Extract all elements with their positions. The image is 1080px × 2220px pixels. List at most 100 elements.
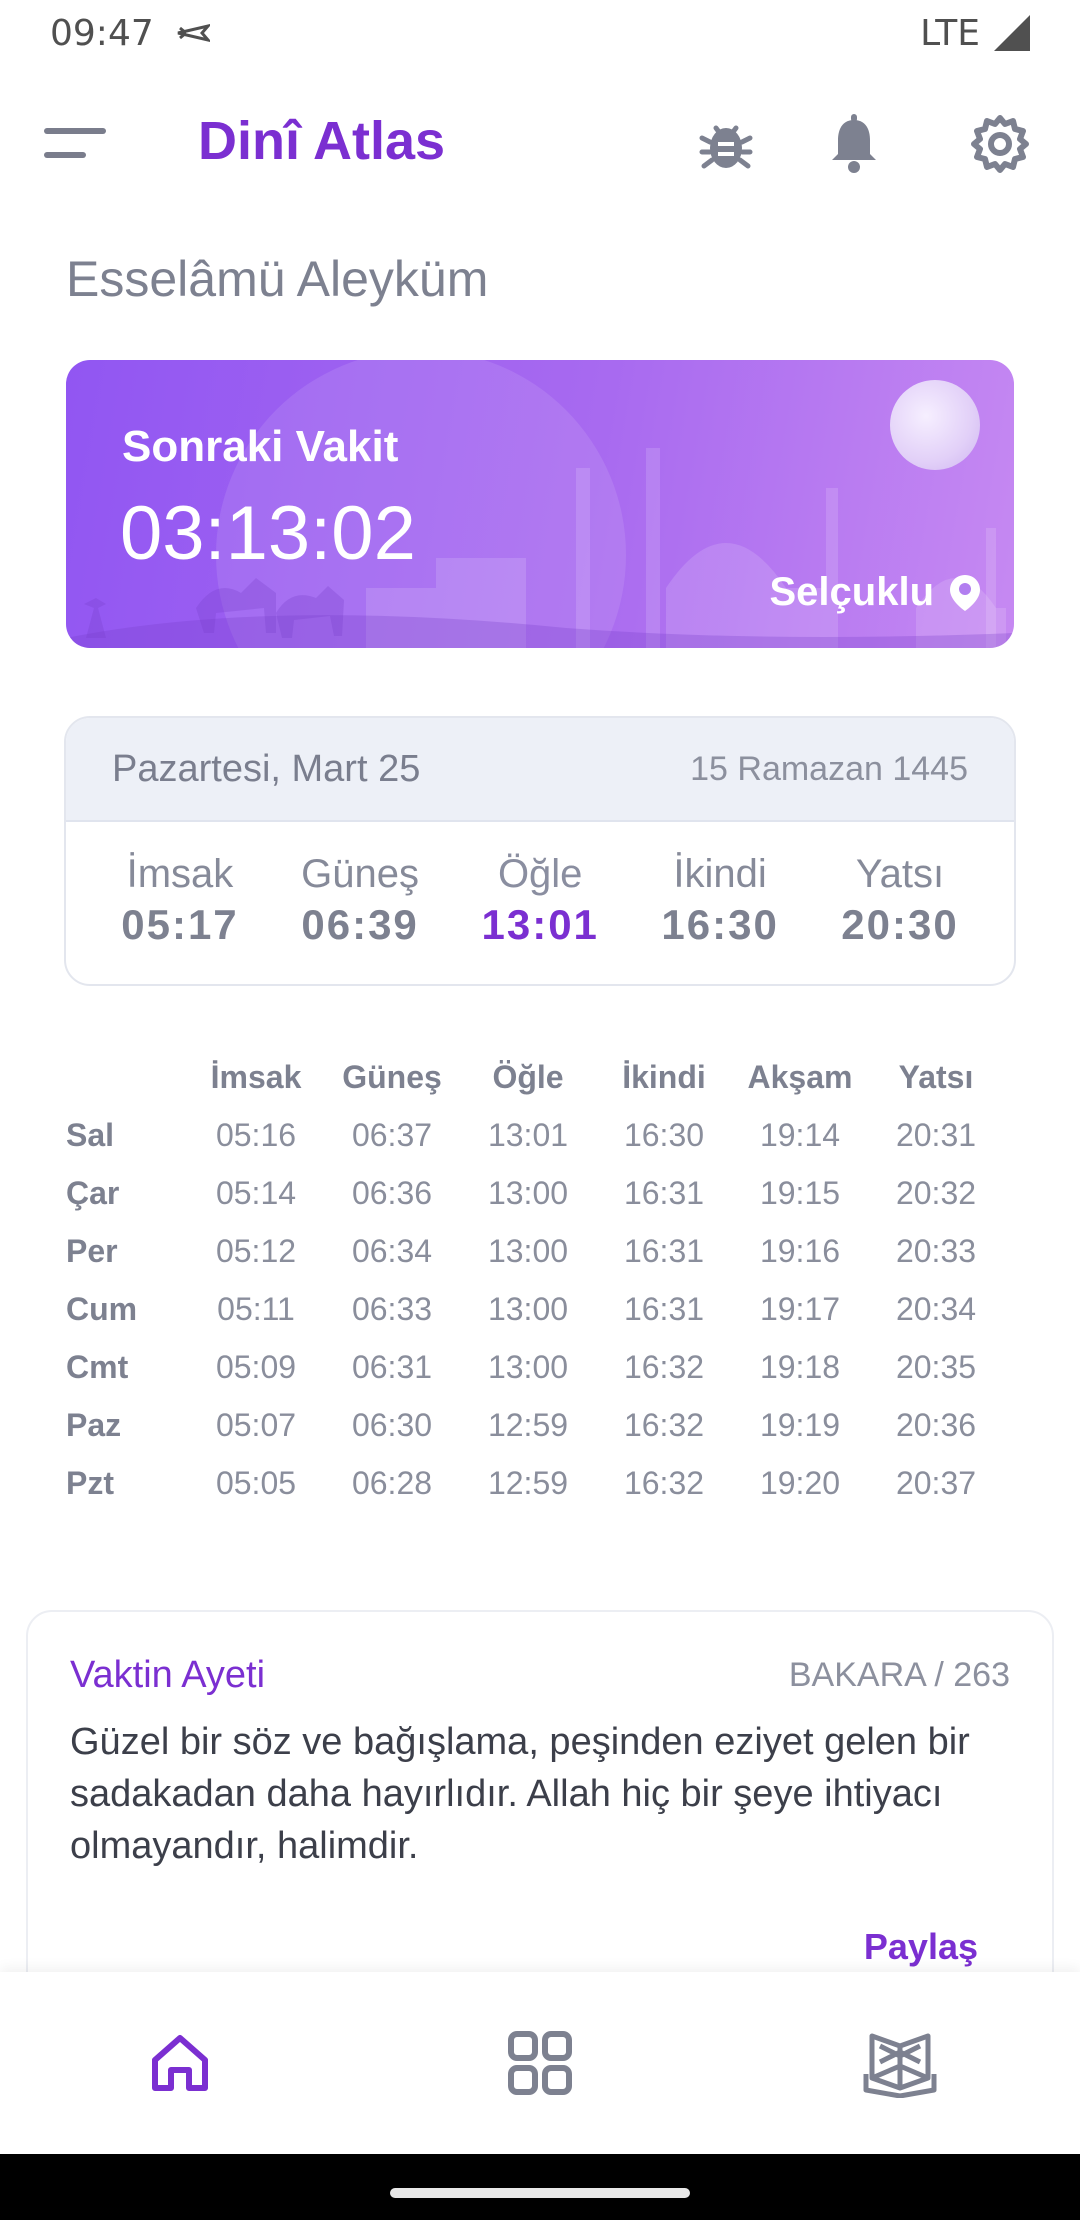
table-cell: 19:19	[759, 1406, 841, 1443]
table-cell: 06:30	[351, 1406, 433, 1443]
table-cell: 05:11	[217, 1290, 295, 1327]
today-prayer-times-card: Pazartesi, Mart 25 15 Ramazan 1445 İmsak…	[64, 716, 1016, 986]
table-cell: 20:32	[895, 1174, 977, 1211]
today-time-ikindi: İkindi 16:30	[661, 852, 778, 949]
table-cell: 19:14	[759, 1116, 841, 1153]
today-time-gunes: Güneş 06:39	[301, 852, 419, 949]
table-cell: 19:17	[759, 1290, 841, 1327]
table-cell: 12:59	[487, 1406, 569, 1443]
table-cell: 20:36	[895, 1406, 977, 1443]
today-header: Pazartesi, Mart 25 15 Ramazan 1445	[66, 718, 1014, 822]
table-cell: 05:07	[215, 1406, 297, 1443]
bug-icon[interactable]	[694, 112, 758, 176]
table-cell: 05:14	[215, 1174, 297, 1211]
table-cell: 13:00	[487, 1348, 569, 1385]
prayer-name: Öğle	[497, 852, 583, 896]
airplane-mode-icon	[177, 23, 210, 43]
prayer-time: 06:39	[301, 901, 419, 948]
verse-reference: BAKARA / 263	[788, 1656, 1010, 1694]
table-cell: 19:16	[759, 1232, 841, 1269]
table-cell: 06:34	[351, 1232, 433, 1269]
day-label: Paz	[66, 1406, 122, 1443]
today-time-imsak: İmsak 05:17	[121, 852, 238, 949]
table-row: Pzt 05:05 06:28 12:59 16:32 19:20 20:37	[66, 1454, 1006, 1512]
table-cell: 06:36	[351, 1174, 433, 1211]
column-header: İkindi	[622, 1058, 706, 1095]
bottom-navigation	[0, 1972, 1080, 2154]
nav-grid[interactable]	[490, 2013, 590, 2113]
next-prayer-label: Sonraki Vakit	[122, 422, 399, 471]
weekly-prayer-table: İmsak Güneş Öğle İkindi Akşam Yatsı Sal 0…	[66, 1048, 1006, 1512]
verse-title: Vaktin Ayeti	[70, 1654, 266, 1696]
day-label: Sal	[66, 1116, 115, 1153]
verse-card: Vaktin Ayeti BAKARA / 263 Güzel bir söz …	[26, 1610, 1054, 2010]
today-hijri-date: 15 Ramazan 1445	[690, 749, 968, 788]
table-cell: 16:31	[623, 1174, 705, 1211]
table-cell: 16:31	[623, 1232, 705, 1269]
column-header: Akşam	[747, 1058, 853, 1095]
table-cell: 06:33	[351, 1290, 433, 1327]
table-cell: 16:32	[623, 1348, 705, 1385]
table-body: Sal 05:16 06:37 13:01 16:30 19:14 20:31 Çar 05:1…	[66, 1106, 1006, 1512]
table-cell: 13:00	[487, 1232, 569, 1269]
table-cell: 19:18	[759, 1348, 841, 1385]
table-cell: 20:35	[895, 1348, 977, 1385]
table-header-row: İmsak Güneş Öğle İkindi Akşam Yatsı	[66, 1048, 1006, 1106]
day-label: Çar	[66, 1174, 120, 1211]
table-cell: 16:30	[623, 1116, 705, 1153]
share-button[interactable]: Paylaş	[864, 1926, 978, 1968]
column-header: Öğle	[492, 1058, 564, 1095]
location-button[interactable]: Selçuklu	[769, 570, 982, 615]
table-cell: 16:32	[623, 1406, 705, 1443]
table-cell: 13:01	[487, 1116, 569, 1153]
day-label: Per	[66, 1232, 118, 1269]
status-bar: 09:47 LTE	[0, 0, 1080, 66]
table-cell: 05:09	[215, 1348, 297, 1385]
column-header: Güneş	[342, 1058, 442, 1095]
system-navigation-bar	[0, 2154, 1080, 2220]
location-label: Selçuklu	[769, 570, 934, 614]
home-gesture-handle[interactable]	[390, 2188, 690, 2198]
greeting-text: Esselâmü Aleyküm	[66, 251, 489, 307]
signal-icon	[994, 15, 1030, 51]
prayer-time: 16:30	[661, 901, 779, 948]
prayer-time: 20:30	[841, 901, 959, 948]
next-prayer-countdown: 03:13:02	[120, 491, 416, 576]
day-label: Cmt	[66, 1348, 129, 1385]
table-cell: 13:00	[487, 1174, 569, 1211]
status-time: 09:47	[50, 12, 154, 54]
table-cell: 20:37	[895, 1464, 977, 1501]
home-icon	[152, 2035, 208, 2091]
day-label: Cum	[66, 1290, 138, 1327]
nav-book[interactable]	[850, 2013, 950, 2113]
prayer-name: İkindi	[673, 852, 767, 896]
nav-home[interactable]	[130, 2013, 230, 2113]
book-icon	[863, 2033, 937, 2098]
location-pin-icon	[950, 574, 980, 611]
table-row: Paz 05:07 06:30 12:59 16:32 19:19 20:36	[66, 1396, 1006, 1454]
menu-icon[interactable]	[44, 122, 108, 166]
prayer-time: 05:17	[121, 901, 239, 948]
today-time-yatsi: Yatsı 20:30	[841, 852, 958, 949]
table-cell: 06:28	[351, 1464, 433, 1501]
bell-icon[interactable]	[822, 112, 886, 176]
today-time-ogle-active: Öğle 13:01	[481, 852, 598, 949]
table-cell: 05:12	[215, 1232, 297, 1269]
column-header: İmsak	[210, 1058, 302, 1095]
table-cell: 16:31	[623, 1290, 705, 1327]
today-times-row: İmsak 05:17 Güneş 06:39 Öğle 13:01 İkind…	[66, 822, 1014, 949]
table-cell: 16:32	[623, 1464, 705, 1501]
table-cell: 05:16	[215, 1116, 297, 1153]
verse-text: Güzel bir söz ve bağışlama, peşinden ezi…	[70, 1721, 970, 1867]
table-cell: 20:33	[895, 1232, 977, 1269]
app-bar: Dinî Atlas	[0, 100, 1080, 188]
table-row: Cum 05:11 06:33 13:00 16:31 19:17 20:34	[66, 1280, 1006, 1338]
next-prayer-card[interactable]: Sonraki Vakit 03:13:02 Selçuklu	[66, 360, 1014, 648]
app-title: Dinî Atlas	[198, 111, 446, 171]
table-cell: 20:31	[895, 1116, 977, 1153]
table-cell: 06:31	[351, 1348, 433, 1385]
table-row: Sal 05:16 06:37 13:01 16:30 19:14 20:31	[66, 1106, 1006, 1164]
table-cell: 20:34	[895, 1290, 977, 1327]
prayer-name: Yatsı	[855, 852, 945, 896]
gear-icon[interactable]	[968, 112, 1032, 176]
